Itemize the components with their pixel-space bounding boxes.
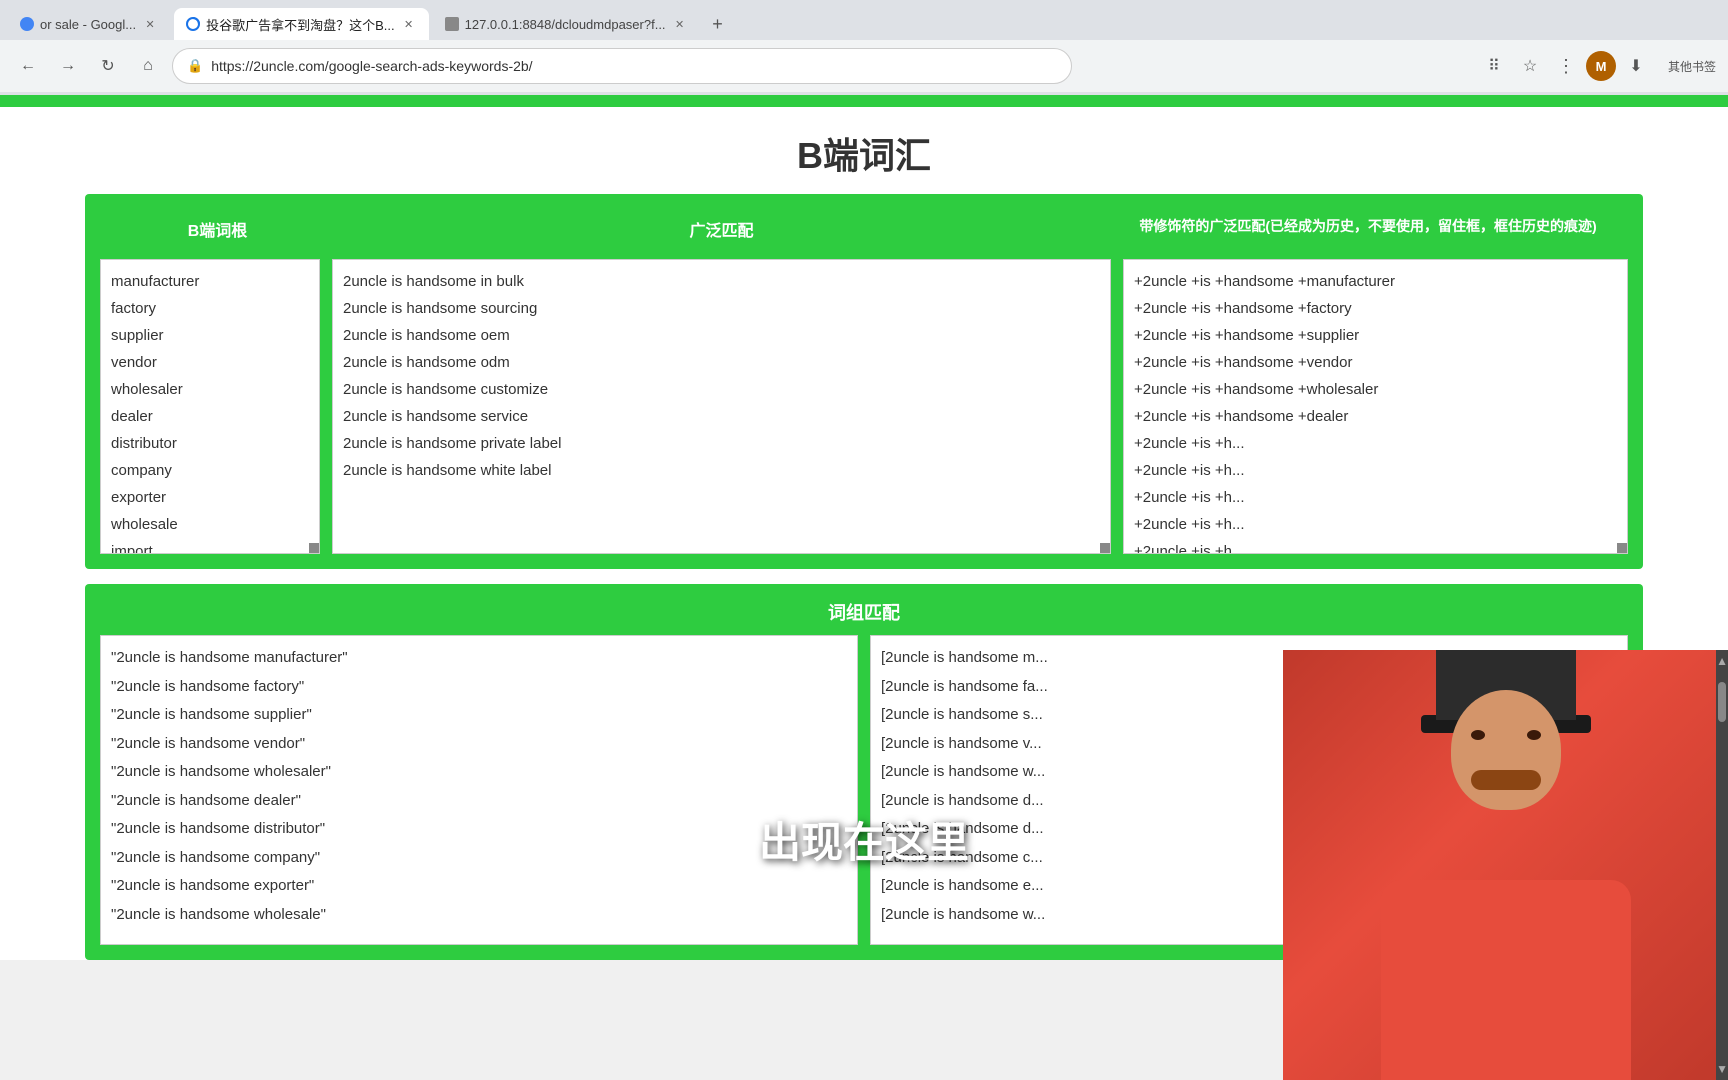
beard bbox=[1471, 770, 1541, 790]
col2-resize[interactable] bbox=[1100, 543, 1110, 553]
main-section: B端词根 广泛匹配 带修饰符的广泛匹配(已经成为历史，不要使用，留住框，框住历史… bbox=[85, 194, 1643, 569]
col1-item: factory bbox=[111, 295, 309, 322]
col3-textbox[interactable]: +2uncle +is +handsome +manufacturer +2un… bbox=[1123, 259, 1628, 554]
col3-item: +2uncle +is +handsome +supplier bbox=[1134, 322, 1617, 349]
webcam-overlay: ▲ ▼ bbox=[1283, 650, 1728, 1080]
right-eye bbox=[1527, 730, 1541, 740]
col2-header: 广泛匹配 bbox=[335, 209, 1108, 249]
tab-1-label: or sale - Googl... bbox=[40, 17, 136, 32]
address-bar[interactable]: 🔒 https://2uncle.com/google-search-ads-k… bbox=[172, 48, 1072, 84]
col1-item: manufacturer bbox=[111, 268, 309, 295]
col1-item: wholesaler bbox=[111, 376, 309, 403]
col3-item: +2uncle +is +handsome +manufacturer bbox=[1134, 268, 1617, 295]
phrase-left-item: "2uncle is handsome manufacturer" bbox=[111, 644, 847, 673]
home-button[interactable]: ⌂ bbox=[132, 50, 164, 82]
col2-item: 2uncle is handsome odm bbox=[343, 349, 1100, 376]
col3-item: +2uncle +is +h... bbox=[1134, 538, 1617, 554]
col1-item: vendor bbox=[111, 349, 309, 376]
col3-item: +2uncle +is +h... bbox=[1134, 484, 1617, 511]
phrase-left-item: "2uncle is handsome supplier" bbox=[111, 701, 847, 730]
content-row: manufacturer factory supplier vendor who… bbox=[100, 259, 1628, 554]
tab-2[interactable]: 投谷歌广告拿不到淘盘？这个B... ✕ bbox=[174, 8, 429, 40]
col3-resize[interactable] bbox=[1617, 543, 1627, 553]
col2-item: 2uncle is handsome service bbox=[343, 403, 1100, 430]
address-text: https://2uncle.com/google-search-ads-key… bbox=[211, 58, 532, 74]
tab-2-icon bbox=[186, 17, 200, 31]
profile-button[interactable]: M bbox=[1586, 51, 1616, 81]
tab-1-icon bbox=[20, 17, 34, 31]
tab-3[interactable]: 127.0.0.1:8848/dcloudmdpaser?f... ✕ bbox=[433, 8, 700, 40]
green-bar-top bbox=[0, 95, 1728, 107]
forward-button[interactable]: → bbox=[52, 50, 84, 82]
phrase-left-item: "2uncle is handsome exporter" bbox=[111, 872, 847, 901]
webcam-scrollbar[interactable]: ▲ ▼ bbox=[1716, 650, 1728, 1080]
col3-item: +2uncle +is +handsome +wholesaler bbox=[1134, 376, 1617, 403]
col3-header: 带修饰符的广泛匹配(已经成为历史，不要使用，留住框，框住历史的痕迹) bbox=[1108, 209, 1628, 249]
nav-bar: ← → ↻ ⌂ 🔒 https://2uncle.com/google-sear… bbox=[0, 40, 1728, 92]
nav-right: ⠿ ☆ ⋮ M ⬇ bbox=[1478, 50, 1652, 82]
scroll-up[interactable]: ▲ bbox=[1712, 650, 1728, 672]
col2-item: 2uncle is handsome customize bbox=[343, 376, 1100, 403]
phrase-left-item: "2uncle is handsome wholesaler" bbox=[111, 758, 847, 787]
col3-item: +2uncle +is +h... bbox=[1134, 511, 1617, 538]
back-button[interactable]: ← bbox=[12, 50, 44, 82]
extra-button[interactable]: ⬇ bbox=[1620, 50, 1652, 82]
phrase-left-item: "2uncle is handsome wholesale" bbox=[111, 901, 847, 930]
settings-button[interactable]: ⋮ bbox=[1550, 50, 1582, 82]
scroll-down[interactable]: ▼ bbox=[1712, 1058, 1728, 1080]
col1-item: company bbox=[111, 457, 309, 484]
page-title: B端词汇 bbox=[0, 107, 1728, 194]
col1-item: supplier bbox=[111, 322, 309, 349]
phrase-left-item: "2uncle is handsome distributor" bbox=[111, 815, 847, 844]
section-header-row: B端词根 广泛匹配 带修饰符的广泛匹配(已经成为历史，不要使用，留住框，框住历史… bbox=[100, 209, 1628, 249]
col2-item: 2uncle is handsome white label bbox=[343, 457, 1100, 484]
col3-item: +2uncle +is +h... bbox=[1134, 457, 1617, 484]
col2-item: 2uncle is handsome in bulk bbox=[343, 268, 1100, 295]
col1-resize[interactable] bbox=[309, 543, 319, 553]
col3-item: +2uncle +is +handsome +factory bbox=[1134, 295, 1617, 322]
phrase-header: 词组匹配 bbox=[100, 599, 1628, 625]
phrase-left-item: "2uncle is handsome factory" bbox=[111, 673, 847, 702]
face bbox=[1451, 690, 1561, 810]
col1-header: B端词根 bbox=[100, 209, 335, 249]
col3-item: +2uncle +is +handsome +vendor bbox=[1134, 349, 1617, 376]
tab-1-close[interactable]: ✕ bbox=[142, 16, 158, 32]
bookmarks-label: 其他书签 bbox=[1668, 58, 1716, 75]
col2-item: 2uncle is handsome private label bbox=[343, 430, 1100, 457]
col1-textbox[interactable]: manufacturer factory supplier vendor who… bbox=[100, 259, 320, 554]
extensions-button[interactable]: ⠿ bbox=[1478, 50, 1510, 82]
col1-item: exporter bbox=[111, 484, 309, 511]
new-tab-button[interactable]: + bbox=[704, 10, 732, 38]
col2-textbox[interactable]: 2uncle is handsome in bulk 2uncle is han… bbox=[332, 259, 1111, 554]
col1-item: wholesale bbox=[111, 511, 309, 538]
col1-item: distributor bbox=[111, 430, 309, 457]
webcam-person: ▲ ▼ bbox=[1283, 650, 1728, 1080]
lock-icon: 🔒 bbox=[187, 58, 203, 74]
browser-chrome: or sale - Googl... ✕ 投谷歌广告拿不到淘盘？这个B... ✕… bbox=[0, 0, 1728, 95]
tab-3-label: 127.0.0.1:8848/dcloudmdpaser?f... bbox=[465, 17, 666, 32]
tab-2-label: 投谷歌广告拿不到淘盘？这个B... bbox=[206, 15, 395, 34]
phrase-left-box[interactable]: "2uncle is handsome manufacturer" "2uncl… bbox=[100, 635, 858, 945]
left-eye bbox=[1471, 730, 1485, 740]
col2-item: 2uncle is handsome oem bbox=[343, 322, 1100, 349]
phrase-left-item: "2uncle is handsome vendor" bbox=[111, 730, 847, 759]
person-head bbox=[1451, 690, 1561, 810]
col1-item: dealer bbox=[111, 403, 309, 430]
col3-item: +2uncle +is +h... bbox=[1134, 430, 1617, 457]
scroll-thumb[interactable] bbox=[1718, 682, 1726, 722]
tab-1[interactable]: or sale - Googl... ✕ bbox=[8, 8, 170, 40]
col3-item: +2uncle +is +handsome +dealer bbox=[1134, 403, 1617, 430]
reload-button[interactable]: ↻ bbox=[92, 50, 124, 82]
person-body bbox=[1381, 880, 1631, 1080]
tab-3-close[interactable]: ✕ bbox=[672, 16, 688, 32]
col2-item: 2uncle is handsome sourcing bbox=[343, 295, 1100, 322]
phrase-left-item: "2uncle is handsome dealer" bbox=[111, 787, 847, 816]
phrase-left-item: "2uncle is handsome company" bbox=[111, 844, 847, 873]
tab-3-icon bbox=[445, 17, 459, 31]
tab-bar: or sale - Googl... ✕ 投谷歌广告拿不到淘盘？这个B... ✕… bbox=[0, 0, 1728, 40]
col1-item: import bbox=[111, 538, 309, 554]
bookmark-button[interactable]: ☆ bbox=[1514, 50, 1546, 82]
tab-2-close[interactable]: ✕ bbox=[401, 16, 417, 32]
